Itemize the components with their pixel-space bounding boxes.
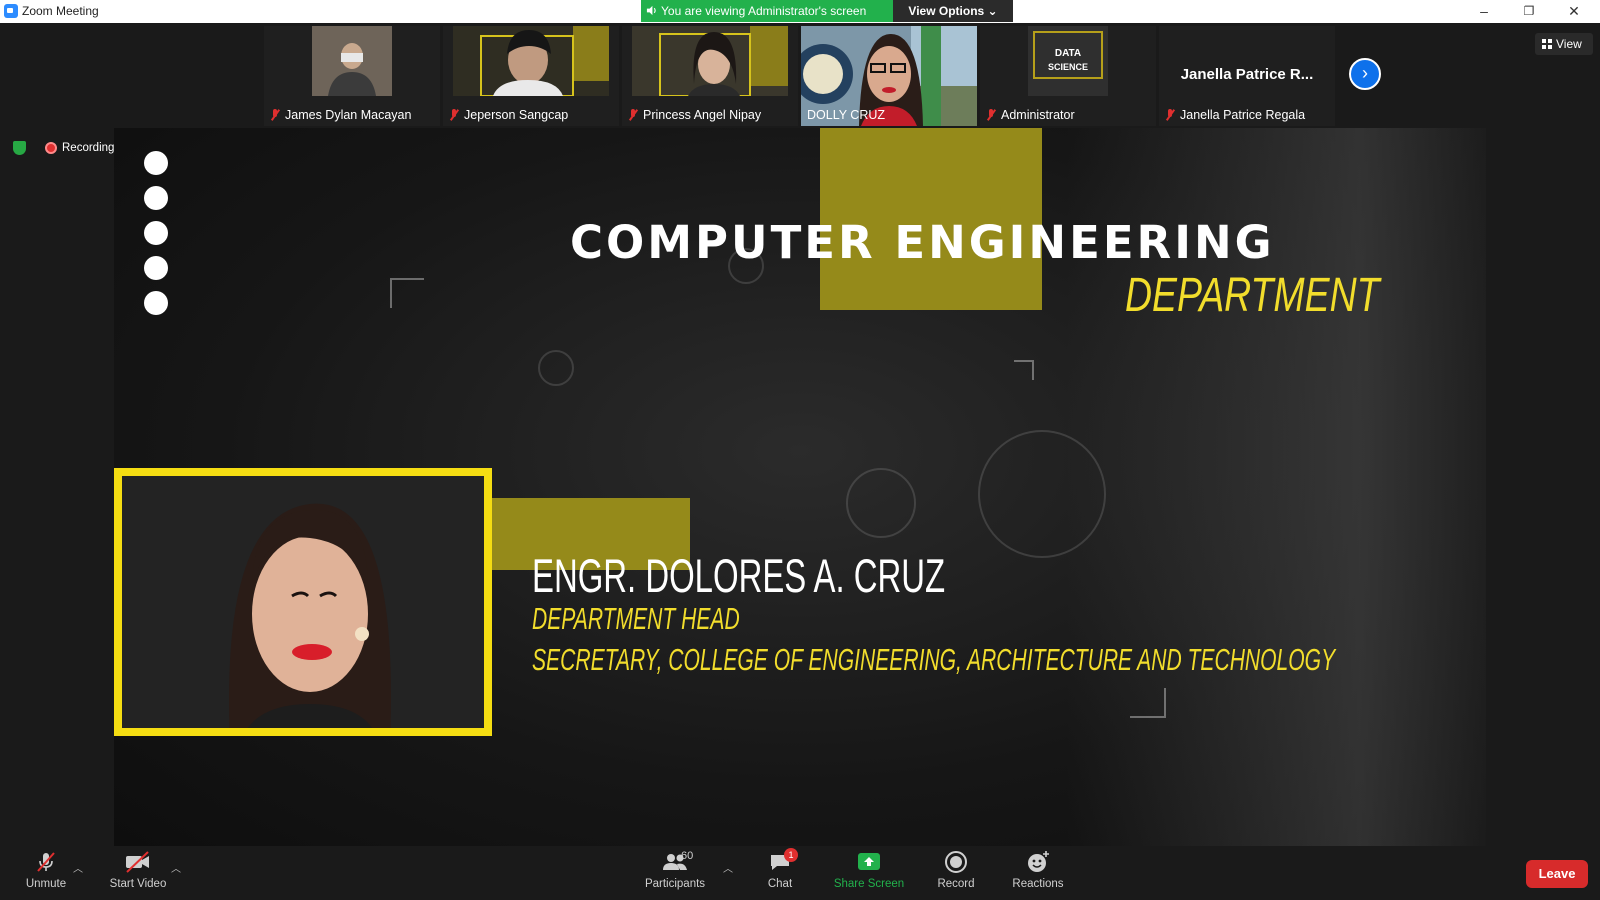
record-icon <box>945 851 967 873</box>
svg-text:SCIENCE: SCIENCE <box>1048 62 1088 72</box>
speaker-role-line1: DEPARTMENT HEAD <box>532 601 740 636</box>
share-screen-icon <box>858 853 880 870</box>
speaker-name: ENGR. DOLORES A. CRUZ <box>532 549 946 602</box>
participant-tile-active-speaker[interactable]: DOLLY CRUZ <box>801 26 977 126</box>
reactions-label: Reactions <box>1012 878 1064 890</box>
viewing-screen-banner: You are viewing Administrator's screen <box>641 0 893 22</box>
participants-label: Participants <box>644 878 706 890</box>
speaker-role-line2: SECRETARY, COLLEGE OF ENGINEERING, ARCHI… <box>532 642 1336 677</box>
decorative-bracket <box>1014 360 1034 380</box>
slide-title-line2: DEPARTMENT <box>1125 269 1380 322</box>
start-video-button[interactable]: Start Video <box>106 850 170 890</box>
view-options-button[interactable]: View Options ⌄ <box>893 0 1013 22</box>
svg-text:DATA: DATA <box>1055 48 1081 59</box>
participant-name: Janella Patrice Regala <box>1180 108 1306 122</box>
recording-label: Recording <box>62 142 115 154</box>
participants-count: 60 <box>681 850 694 862</box>
view-label: View <box>1556 37 1582 51</box>
security-shield-icon[interactable] <box>13 141 26 155</box>
participant-video <box>632 26 788 97</box>
viewing-banner-text: You are viewing Administrator's screen <box>661 4 867 18</box>
participant-tile[interactable]: DATA SCIENCE Administrator <box>980 26 1156 126</box>
recording-indicator[interactable]: Recording <box>45 141 114 155</box>
emoji-smile-icon <box>1028 851 1049 872</box>
shared-screen: COMPUTER ENGINEERING DEPARTMENT ENGR. DO… <box>114 128 1486 846</box>
meeting-toolbar: Unmute ︿ Start Video ︿ 60 Participants ︿… <box>0 846 1600 900</box>
speaker-icon <box>646 5 656 16</box>
participant-name: James Dylan Macayan <box>285 108 412 122</box>
decorative-ring <box>538 350 574 386</box>
speaker-photo <box>229 503 391 728</box>
start-video-label: Start Video <box>109 878 167 890</box>
participant-video: DATA SCIENCE <box>1028 26 1108 96</box>
grid-icon <box>1542 39 1552 49</box>
mic-muted-icon <box>449 109 459 121</box>
chat-button[interactable]: 1 Chat <box>760 848 800 890</box>
record-button[interactable]: Record <box>932 850 980 890</box>
participant-tile[interactable]: Princess Angel Nipay <box>622 26 798 126</box>
leave-button[interactable]: Leave <box>1526 860 1588 888</box>
window-title: Zoom Meeting <box>22 4 99 18</box>
reactions-button[interactable]: Reactions <box>1008 850 1068 890</box>
minimize-button[interactable]: – <box>1462 0 1506 22</box>
participant-tile[interactable]: Jeperson Sangcap <box>443 26 619 126</box>
audio-options-caret-icon[interactable]: ︿ <box>73 860 83 875</box>
decorative-ring <box>846 468 916 538</box>
participant-name: DOLLY CRUZ <box>807 108 886 122</box>
participant-tile[interactable]: Janella Patrice R... Janella Patrice Reg… <box>1159 26 1335 126</box>
recording-dot-icon <box>45 142 57 154</box>
close-button[interactable]: ✕ <box>1552 0 1596 22</box>
restore-button[interactable]: ❐ <box>1507 0 1551 22</box>
decorative-bracket <box>390 278 424 308</box>
share-screen-label: Share Screen <box>833 878 905 890</box>
next-page-chevron-icon[interactable]: › <box>1349 58 1381 90</box>
participants-button[interactable]: 60 Participants <box>640 850 710 890</box>
participant-name: Administrator <box>1001 108 1075 122</box>
record-label: Record <box>937 878 975 890</box>
mic-muted-icon <box>628 109 638 121</box>
mic-muted-icon <box>37 852 55 872</box>
video-off-icon <box>126 851 149 873</box>
decorative-ring <box>978 430 1106 558</box>
participant-tile[interactable]: James Dylan Macayan <box>264 26 440 126</box>
participant-name: Jeperson Sangcap <box>464 108 569 122</box>
mic-muted-icon <box>986 109 996 121</box>
share-screen-button[interactable]: Share Screen <box>830 850 908 890</box>
view-layout-button[interactable]: View <box>1535 33 1593 55</box>
participant-video <box>312 26 392 96</box>
chat-badge: 1 <box>784 848 798 862</box>
unmute-button[interactable]: Unmute <box>22 850 70 890</box>
chat-label: Chat <box>767 878 793 890</box>
slide-title-line1: COMPUTER ENGINEERING <box>570 216 1275 269</box>
video-options-caret-icon[interactable]: ︿ <box>171 860 181 875</box>
participant-display-name: Janella Patrice R... <box>1180 66 1314 83</box>
participant-video <box>453 26 609 97</box>
participant-name: Princess Angel Nipay <box>643 108 762 122</box>
dot-column <box>144 151 168 326</box>
speaker-photo-frame <box>114 468 492 736</box>
mic-muted-icon <box>270 109 280 121</box>
unmute-label: Unmute <box>25 878 67 890</box>
mic-muted-icon <box>1165 109 1175 121</box>
zoom-app-icon <box>4 4 18 18</box>
participants-options-caret-icon[interactable]: ︿ <box>723 860 733 875</box>
decorative-bracket <box>1130 688 1166 718</box>
